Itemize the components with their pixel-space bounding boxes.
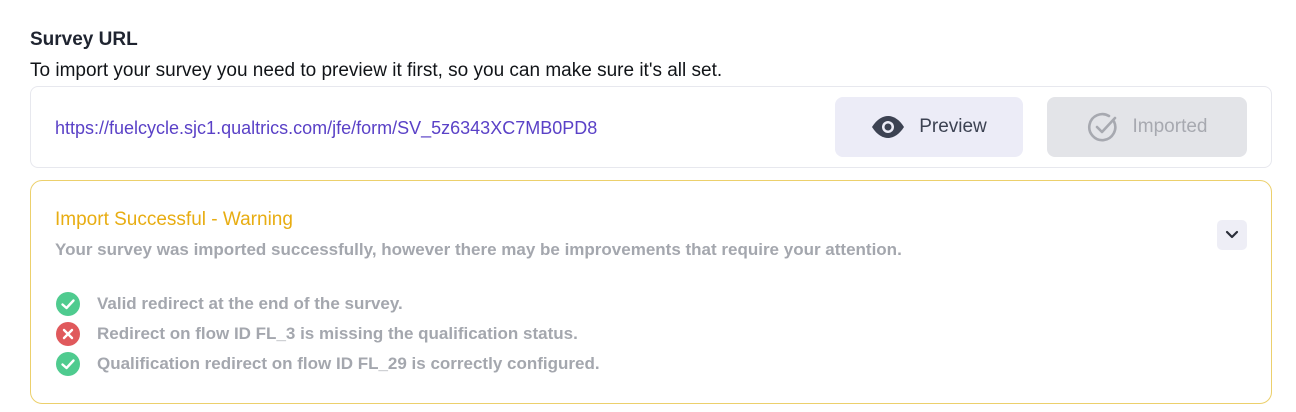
imported-label: Imported bbox=[1132, 116, 1208, 137]
preview-button[interactable]: Preview bbox=[835, 97, 1023, 157]
chevron-down-icon bbox=[1225, 230, 1239, 240]
check-circle-icon bbox=[55, 351, 81, 377]
survey-url-link[interactable]: https://fuelcycle.sjc1.qualtrics.com/jfe… bbox=[55, 118, 597, 139]
section-title: Survey URL bbox=[30, 29, 138, 50]
import-warning-panel: Import Successful - Warning Your survey … bbox=[30, 180, 1272, 404]
validation-item: Valid redirect at the end of the survey. bbox=[55, 289, 600, 319]
imported-button[interactable]: Imported bbox=[1047, 97, 1247, 157]
check-circle-icon bbox=[55, 291, 81, 317]
validation-text: Redirect on flow ID FL_3 is missing the … bbox=[97, 324, 578, 343]
validation-text: Qualification redirect on flow ID FL_29 … bbox=[97, 354, 600, 373]
warning-title: Import Successful - Warning bbox=[55, 209, 293, 230]
validation-text: Valid redirect at the end of the survey. bbox=[97, 294, 403, 313]
survey-url-box: https://fuelcycle.sjc1.qualtrics.com/jfe… bbox=[30, 86, 1272, 168]
collapse-toggle-button[interactable] bbox=[1217, 220, 1247, 250]
preview-label: Preview bbox=[919, 116, 987, 137]
eye-icon bbox=[871, 116, 905, 138]
validation-item: Redirect on flow ID FL_3 is missing the … bbox=[55, 319, 600, 349]
section-description: To import your survey you need to previe… bbox=[30, 60, 723, 81]
check-circle-outline-icon bbox=[1087, 111, 1119, 143]
validation-item: Qualification redirect on flow ID FL_29 … bbox=[55, 349, 600, 379]
x-circle-icon bbox=[55, 321, 81, 347]
validation-list: Valid redirect at the end of the survey.… bbox=[55, 289, 600, 379]
warning-description: Your survey was imported successfully, h… bbox=[55, 240, 902, 259]
